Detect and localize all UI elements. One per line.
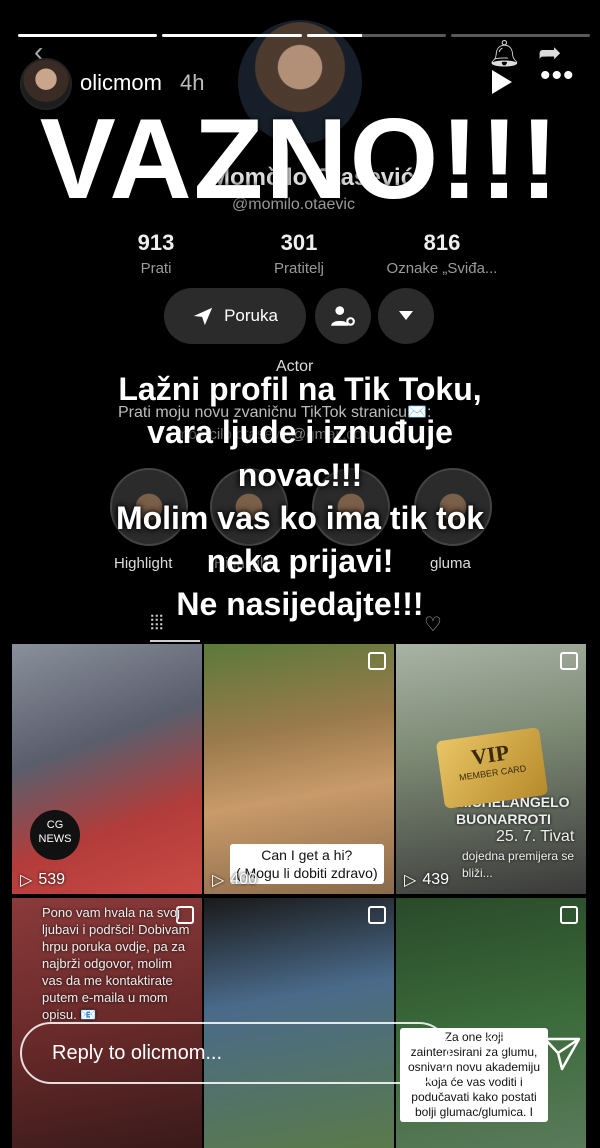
more-options-icon[interactable]: ••• bbox=[540, 61, 575, 91]
send-message-icon bbox=[193, 307, 213, 326]
view-count-value: 439 bbox=[422, 871, 450, 888]
stat-followers-count: 301 bbox=[280, 230, 318, 255]
send-icon[interactable] bbox=[542, 1036, 582, 1072]
play-outline-icon: ▷ bbox=[20, 872, 33, 889]
story-progress-segment bbox=[162, 34, 302, 37]
view-count-value: 400 bbox=[230, 871, 258, 888]
message-button: Poruka bbox=[164, 288, 306, 344]
tile-caption-line: putem e-maila u mom bbox=[42, 990, 168, 1005]
tile-caption-line: najbrži odgovor, molim bbox=[42, 956, 173, 971]
view-count: ▷ 539 bbox=[20, 870, 65, 890]
tile-caption-line: Pono vam hvala na svoj bbox=[42, 905, 181, 920]
tile-caption-line: Can I get a hi? bbox=[261, 847, 353, 863]
pinned-icon bbox=[560, 906, 578, 924]
view-count: ▷ 400 bbox=[212, 870, 257, 890]
tile-caption-line: opisu. 📧 bbox=[42, 1007, 97, 1022]
heart-icon[interactable]: ♡ bbox=[480, 1034, 510, 1068]
tile-caption: Pono vam hvala na svoj ljubavi i podršci… bbox=[42, 904, 189, 1023]
overlay-line: Lažni profil na Tik Toku, bbox=[118, 371, 482, 407]
stat-followers-label: Pratitelj bbox=[273, 260, 325, 277]
tile-caption-line: ( Mogu li dobiti zdravo) bbox=[236, 865, 378, 881]
stat-following-count: 913 bbox=[137, 230, 175, 255]
story-progress-segment bbox=[450, 34, 590, 37]
reply-placeholder: Reply to olicmom... bbox=[52, 1042, 223, 1064]
vip-member-card: VIP MEMBER CARD bbox=[435, 727, 549, 809]
video-tile-2: Can I get a hi? ( Mogu li dobiti zdravo)… bbox=[204, 644, 394, 894]
pinned-icon bbox=[560, 652, 578, 670]
tile-caption-line: vas da me kontaktirate bbox=[42, 973, 173, 988]
pinned-icon bbox=[368, 652, 386, 670]
story-username[interactable]: olicmom bbox=[80, 70, 162, 96]
follow-settings-button bbox=[315, 288, 371, 344]
overlay-message: Lažni profil na Tik Toku, vara ljude i i… bbox=[0, 368, 600, 626]
tile-date: 25. 7. Tivat bbox=[496, 828, 575, 845]
pinned-icon bbox=[368, 906, 386, 924]
dropdown-button bbox=[378, 288, 434, 344]
overlay-line: vara ljude i iznuđuje bbox=[147, 414, 453, 450]
play-outline-icon: ▷ bbox=[212, 872, 225, 889]
view-count: ▷ 439 bbox=[404, 870, 449, 890]
shop-sign-line: BUONARROTI bbox=[456, 811, 551, 827]
tile-caption-line: bolji glumac/glumica. I bbox=[414, 1105, 534, 1119]
message-button-label: Poruka bbox=[224, 306, 278, 325]
video-tile-1: ▷ 539 bbox=[12, 644, 202, 894]
play-icon[interactable] bbox=[492, 70, 512, 94]
stat-followers: 301 Pratitelj bbox=[229, 230, 369, 277]
chevron-down-icon bbox=[399, 311, 413, 320]
story-progress-fill bbox=[162, 34, 302, 37]
news-microphone-logo: CG NEWS bbox=[30, 810, 80, 860]
tile-caption-line: hrpu poruka ovdje, pa za bbox=[42, 939, 186, 954]
overlay-line: neka prijavi! bbox=[206, 543, 394, 579]
user-settings-icon bbox=[331, 306, 355, 326]
play-outline-icon: ▷ bbox=[404, 872, 417, 889]
story-progress bbox=[18, 34, 590, 38]
tile-caption-line: podučavati kako postati bbox=[411, 1090, 537, 1104]
active-tab-underline bbox=[150, 640, 200, 642]
story-progress-segment bbox=[18, 34, 158, 37]
stat-likes-count: 816 bbox=[423, 230, 461, 255]
stat-following-label: Prati bbox=[140, 260, 172, 277]
story-progress-fill bbox=[306, 34, 363, 37]
stat-likes: 816 Oznake „Sviđa... bbox=[372, 230, 512, 277]
stat-likes-label: Oznake „Sviđa... bbox=[386, 260, 498, 277]
view-count-value: 539 bbox=[38, 871, 66, 888]
bell-icon: 🔔︎ bbox=[488, 38, 522, 68]
overlay-line: novac!!! bbox=[237, 457, 363, 493]
story-progress-segment bbox=[306, 34, 446, 37]
story-timestamp: 4h bbox=[180, 70, 205, 95]
overlay-title: VAZNO!!! bbox=[39, 96, 561, 223]
overlay-line: Molim vas ko ima tik tok bbox=[115, 500, 485, 536]
tile-caption-line: ljubavi i podršci! Dobivam bbox=[42, 922, 190, 937]
overlay-line: Ne nasijedajte!!! bbox=[176, 586, 424, 622]
story-progress-fill bbox=[18, 34, 158, 37]
stat-following: 913 Prati bbox=[86, 230, 226, 277]
tile-footer-text: dojedna premijera se bliži... bbox=[462, 849, 575, 880]
